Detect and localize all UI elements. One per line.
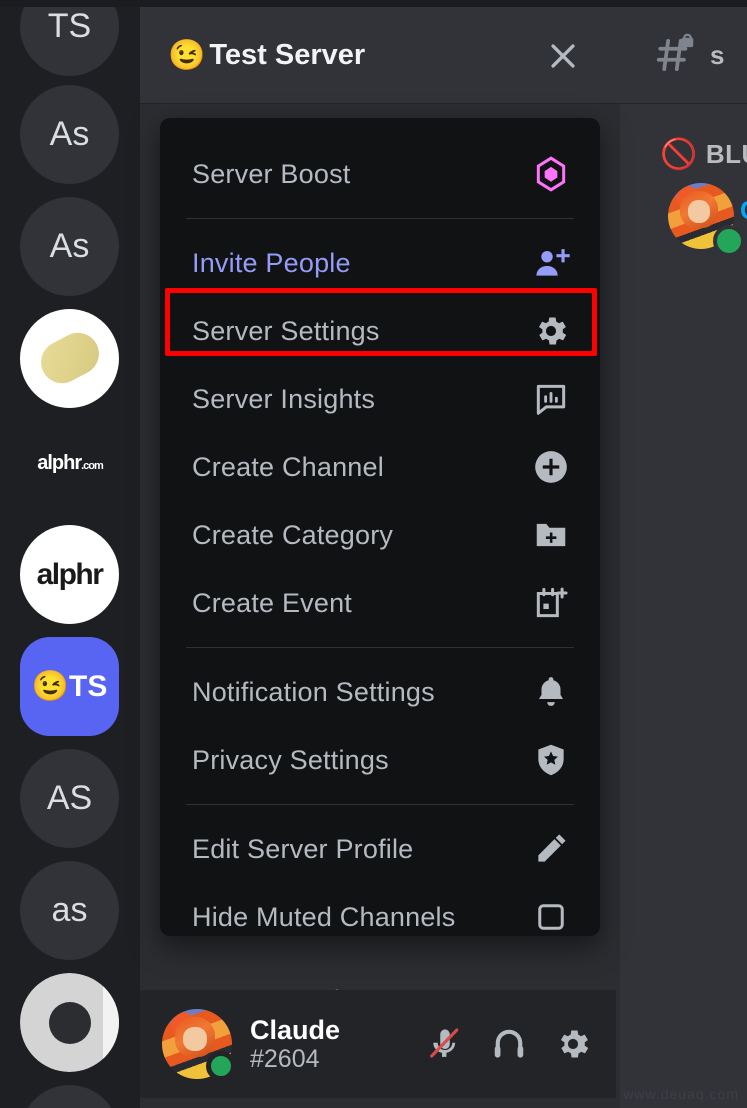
- server-initials: AS: [46, 779, 93, 817]
- pencil-icon: [532, 830, 570, 868]
- menu-item-label: Server Boost: [192, 158, 351, 189]
- menu-item-invite-people[interactable]: Invite People: [160, 229, 600, 297]
- menu-item-label: Notification Settings: [192, 676, 435, 707]
- server-icon-as-lower[interactable]: as: [20, 861, 119, 960]
- server-emoji: 😉: [31, 670, 69, 703]
- menu-item-create-event[interactable]: Create Event: [160, 569, 600, 637]
- menu-divider: [186, 647, 574, 648]
- server-context-menu[interactable]: Server Boost Invite People Server Settin…: [160, 118, 600, 936]
- checkbox-unchecked-icon[interactable]: [532, 898, 570, 936]
- user-discriminator: #2604: [250, 1045, 320, 1074]
- server-boost-icon: [532, 155, 570, 193]
- microphone-muted-icon[interactable]: [426, 1025, 464, 1063]
- menu-item-server-settings[interactable]: Server Settings: [160, 297, 600, 365]
- gear-icon[interactable]: [554, 1025, 592, 1063]
- folder-plus-icon: [532, 516, 570, 554]
- status-badge: [713, 225, 745, 257]
- menu-item-label: Privacy Settings: [192, 744, 389, 775]
- close-icon[interactable]: [546, 39, 580, 73]
- shield-star-icon: [532, 741, 570, 779]
- server-rail[interactable]: TS As As alphr.com alphr 😉 TS AS as: [0, 7, 140, 1108]
- avatar[interactable]: [162, 1009, 236, 1081]
- alphr-wordmark-label: alphr: [37, 452, 82, 474]
- server-icon-donut[interactable]: [20, 973, 119, 1072]
- server-initials: As: [49, 227, 90, 265]
- server-header-bar[interactable]: 😉 Test Server: [140, 7, 620, 104]
- menu-item-server-boost[interactable]: Server Boost: [160, 140, 600, 208]
- status-badge: [206, 1051, 236, 1081]
- server-initials: TS: [47, 7, 92, 45]
- menu-item-server-insights[interactable]: Server Insights: [160, 365, 600, 433]
- headphones-icon[interactable]: [490, 1025, 528, 1063]
- donut-image: [20, 973, 119, 1072]
- channel-header[interactable]: s: [620, 7, 747, 104]
- menu-item-privacy-settings[interactable]: Privacy Settings: [160, 726, 600, 794]
- menu-item-hide-muted-channels[interactable]: Hide Muted Channels: [160, 883, 600, 936]
- message-banner: 🚫 BLUE: [620, 137, 747, 172]
- alphr-wordmark-suffix: .com: [81, 460, 104, 472]
- menu-item-label: Invite People: [192, 247, 351, 278]
- menu-item-label: Create Event: [192, 587, 352, 618]
- user-panel: Claude #2604: [140, 990, 616, 1098]
- mention-text[interactable]: C: [740, 195, 747, 226]
- discord-app-window: TS As As alphr.com alphr 😉 TS AS as 😉 Te…: [0, 0, 747, 1108]
- chat-pane: s 🚫 BLUE C: [620, 7, 747, 1108]
- server-icon-ts-top[interactable]: TS: [20, 7, 119, 76]
- twinkie-image: [20, 309, 119, 408]
- server-header-emoji: 😉: [168, 38, 206, 72]
- menu-item-notification-settings[interactable]: Notification Settings: [160, 658, 600, 726]
- message-block: 🚫 BLUE C: [620, 137, 747, 257]
- ban-icon: 🚫: [660, 138, 698, 171]
- server-header-title: Test Server: [209, 38, 366, 71]
- menu-item-create-category[interactable]: Create Category: [160, 501, 600, 569]
- menu-item-label: Server Insights: [192, 383, 376, 414]
- menu-item-label: Create Channel: [192, 451, 384, 482]
- menu-divider: [186, 804, 574, 805]
- server-icon-as-2[interactable]: As: [20, 197, 119, 296]
- window-title-strip: [0, 0, 747, 7]
- server-initials: As: [49, 115, 90, 153]
- menu-item-create-channel[interactable]: Create Channel: [160, 433, 600, 501]
- menu-item-label: Edit Server Profile: [192, 833, 414, 864]
- menu-item-label: Server Settings: [192, 315, 380, 346]
- channel-header-name: s: [710, 39, 725, 70]
- watermark: www.deuaq.com: [623, 1086, 739, 1102]
- insights-icon: [532, 380, 570, 418]
- server-icon-alphr-wordmark[interactable]: alphr.com: [22, 452, 118, 475]
- bell-icon: [532, 673, 570, 711]
- user-name: Claude: [250, 1014, 341, 1045]
- server-icon-alphr[interactable]: alphr: [20, 525, 119, 624]
- menu-divider: [186, 218, 574, 219]
- menu-item-edit-server-profile[interactable]: Edit Server Profile: [160, 815, 600, 883]
- server-icon-as-upper[interactable]: AS: [20, 749, 119, 848]
- menu-item-label: Create Category: [192, 519, 394, 550]
- server-icon-twinkie[interactable]: [20, 309, 119, 408]
- plus-circle-icon: [532, 448, 570, 486]
- server-icon-partial[interactable]: [20, 1085, 119, 1108]
- gear-icon: [532, 312, 570, 350]
- server-icon-as-1[interactable]: As: [20, 85, 119, 184]
- server-initials: TS: [69, 669, 108, 703]
- banner-text: BLUE: [705, 139, 747, 169]
- calendar-plus-icon: [532, 584, 570, 622]
- menu-item-label: Hide Muted Channels: [192, 901, 456, 932]
- invite-person-icon: [532, 244, 570, 282]
- server-icon-test-server[interactable]: 😉 TS: [20, 637, 119, 736]
- alphr-logo-label: alphr: [36, 557, 104, 591]
- server-initials: as: [51, 891, 88, 929]
- hash-lock-icon: [654, 33, 698, 77]
